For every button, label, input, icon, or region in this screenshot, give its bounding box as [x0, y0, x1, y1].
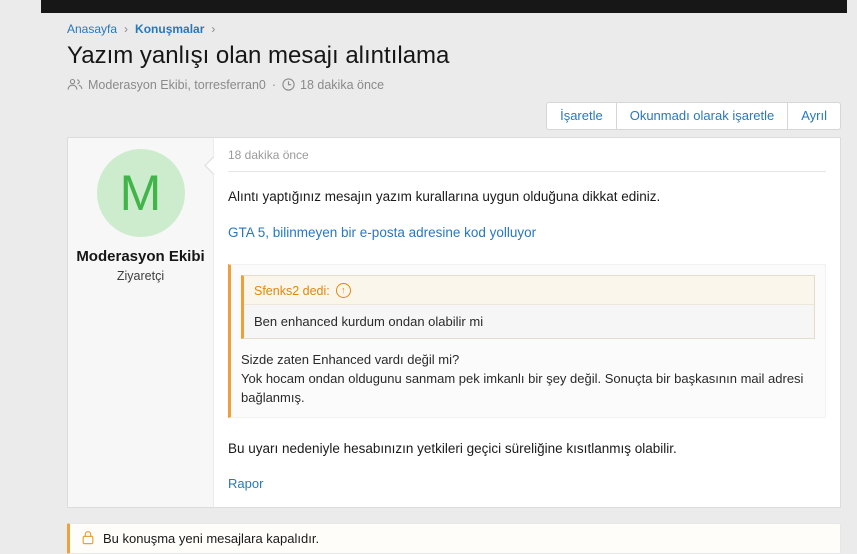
report-link[interactable]: Rapor	[228, 476, 263, 491]
quoted-text: Ben enhanced kurdum ondan olabilir mi	[244, 305, 814, 339]
breadcrumb-home-link[interactable]: Anasayfa	[67, 22, 117, 36]
author-role: Ziyaretçi	[116, 269, 165, 284]
clock-icon	[282, 78, 295, 91]
jump-to-source-icon[interactable]: ↑	[335, 283, 351, 299]
avatar[interactable]: M	[96, 149, 185, 238]
lock-icon	[81, 530, 95, 548]
page-title: Yazım yanlışı olan mesajı alıntılama	[67, 42, 450, 69]
thread-reference-link[interactable]: GTA 5, bilinmeyen bir e-posta adresine k…	[228, 225, 536, 240]
chevron-right-icon: ›	[124, 22, 129, 36]
thread-participants[interactable]: Moderasyon Ekibi, torresferran0	[88, 78, 266, 92]
conversation-closed-text: Bu konuşma yeni mesajlara kapalıdır.	[103, 531, 320, 547]
message-body-text: Alıntı yaptığınız mesajın yazım kurallar…	[228, 189, 661, 205]
participants-icon	[67, 78, 83, 91]
message-content-cell: 18 dakika önce Alıntı yaptığınız mesajın…	[204, 138, 840, 507]
quoted-reply-line: Sizde zaten Enhanced vardı değil mi?	[241, 352, 460, 368]
thread-meta: Moderasyon Ekibi, torresferran0 · 18 dak…	[67, 78, 841, 92]
conversation-closed-notice: Bu konuşma yeni mesajlara kapalıdır.	[67, 523, 841, 554]
message-timestamp[interactable]: 18 dakika önce	[228, 148, 826, 173]
leave-button[interactable]: Ayrıl	[787, 101, 841, 131]
outer-quote-block: Sfenks2 dedi: ↑ Ben enhanced kurdum onda…	[228, 264, 826, 419]
inner-quote-block: Sfenks2 dedi: ↑ Ben enhanced kurdum onda…	[241, 275, 815, 340]
mark-button[interactable]: İşaretle	[546, 101, 617, 131]
message-author-cell: M Moderasyon Ekibi Ziyaretçi	[68, 138, 214, 508]
message-card: M Moderasyon Ekibi Ziyaretçi 18 dakika ö…	[67, 137, 841, 509]
mark-unread-button[interactable]: Okunmadı olarak işaretle	[615, 101, 789, 131]
thread-time: 18 dakika önce	[300, 77, 385, 92]
page-container: Anasayfa › Konuşmalar › Yazım yanlışı ol…	[67, 0, 841, 554]
breadcrumb: Anasayfa › Konuşmalar ›	[67, 22, 841, 36]
breadcrumb-conversations-link[interactable]: Konuşmalar	[135, 22, 204, 36]
quote-attribution: Sfenks2 dedi:	[254, 283, 330, 298]
quoted-reply-line: Yok hocam ondan oldugunu sanmam pek imka…	[241, 371, 804, 406]
chevron-right-icon: ›	[211, 22, 216, 36]
meta-separator: ·	[271, 77, 277, 92]
quote-attribution-header[interactable]: Sfenks2 dedi: ↑	[244, 276, 814, 306]
author-name[interactable]: Moderasyon Ekibi	[68, 248, 213, 265]
warning-text: Bu uyarı nedeniyle hesabınızın yetkileri…	[228, 441, 677, 457]
thread-actions: İşaretle Okunmadı olarak işaretle Ayrıl	[67, 101, 841, 131]
